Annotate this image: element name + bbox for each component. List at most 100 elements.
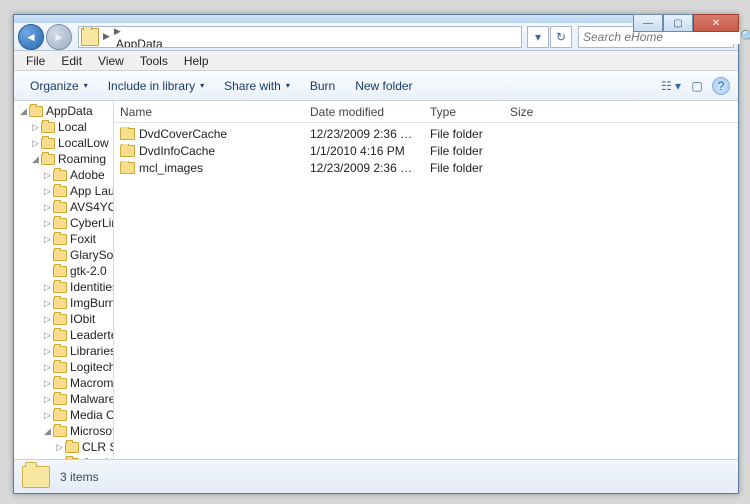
- expand-icon[interactable]: ▷: [42, 378, 53, 389]
- tree-node[interactable]: ▷Libraries: [14, 343, 113, 359]
- item-count-label: 3 items: [60, 470, 99, 484]
- tree-node[interactable]: ▷ AVS4YOU: [14, 199, 113, 215]
- tree-label: LocalLow: [58, 136, 109, 150]
- expand-icon[interactable]: ▷: [42, 298, 53, 309]
- tree-node[interactable]: GlarySoft: [14, 247, 113, 263]
- chevron-right-icon[interactable]: ▶: [112, 26, 123, 36]
- file-list[interactable]: DvdCoverCache12/23/2009 2:36 PMFile fold…: [114, 123, 738, 459]
- forward-button[interactable]: ►: [46, 24, 72, 50]
- expand-icon[interactable]: ▷: [42, 330, 53, 341]
- tree-node[interactable]: ▷Leadertech: [14, 327, 113, 343]
- tree-node[interactable]: ◢AppData: [14, 103, 113, 119]
- folder-icon: [41, 138, 55, 149]
- column-name[interactable]: Name: [114, 101, 304, 122]
- title-bar[interactable]: [14, 15, 738, 23]
- tree-node[interactable]: ▷ImgBurn: [14, 295, 113, 311]
- tree-node[interactable]: ▷IObit: [14, 311, 113, 327]
- tree-label: Foxit: [70, 232, 96, 246]
- tree-node[interactable]: ▷Media Center: [14, 407, 113, 423]
- expand-icon[interactable]: ▷: [30, 122, 41, 133]
- tree-node[interactable]: ▷App Launcher: [14, 183, 113, 199]
- tree-node[interactable]: ▷Malwarebytes: [14, 391, 113, 407]
- refresh-button[interactable]: ↻: [550, 26, 572, 48]
- help-button[interactable]: ?: [712, 77, 730, 95]
- tree-label: Logitech: [70, 360, 114, 374]
- expand-icon[interactable]: ▷: [42, 234, 53, 245]
- expand-icon[interactable]: ▷: [42, 314, 53, 325]
- expand-icon[interactable]: ▷: [42, 282, 53, 293]
- menu-file[interactable]: File: [18, 52, 53, 70]
- tree-node[interactable]: ▷ CLR Security: [14, 439, 113, 455]
- file-row[interactable]: DvdCoverCache12/23/2009 2:36 PMFile fold…: [114, 125, 738, 142]
- expand-icon[interactable]: ◢: [42, 426, 53, 437]
- expand-icon[interactable]: ◢: [18, 106, 29, 117]
- folder-icon: [53, 394, 67, 405]
- maximize-button[interactable]: ▢: [663, 14, 693, 32]
- file-row[interactable]: mcl_images12/23/2009 2:36 PMFile folder: [114, 159, 738, 176]
- tree-node[interactable]: gtk-2.0: [14, 263, 113, 279]
- preview-pane-button[interactable]: ▢: [686, 75, 708, 97]
- expand-icon[interactable]: ▷: [42, 186, 53, 197]
- breadcrumb-segment[interactable]: AppData: [112, 37, 199, 48]
- share-with-button[interactable]: Share with: [216, 75, 298, 97]
- column-type[interactable]: Type: [424, 101, 504, 122]
- tree-node[interactable]: ▷Local: [14, 119, 113, 135]
- new-folder-button[interactable]: New folder: [347, 75, 420, 97]
- close-button[interactable]: ✕: [693, 14, 739, 32]
- tree-label: Macromedia: [70, 376, 114, 390]
- expand-icon[interactable]: ▷: [30, 138, 41, 149]
- expand-icon[interactable]: ▷: [42, 362, 53, 373]
- expand-icon[interactable]: ◢: [30, 154, 41, 165]
- tree-node[interactable]: ◢Roaming: [14, 151, 113, 167]
- column-date[interactable]: Date modified: [304, 101, 424, 122]
- tree-label: Identities: [70, 280, 114, 294]
- menu-edit[interactable]: Edit: [53, 52, 90, 70]
- folder-icon: [53, 218, 67, 229]
- tree-node[interactable]: ▷CyberLink: [14, 215, 113, 231]
- folder-icon: [53, 186, 67, 197]
- navigation-tree[interactable]: ◢AppData▷Local▷LocalLow◢Roaming▷Adobe▷Ap…: [14, 101, 114, 459]
- minimize-button[interactable]: —: [633, 14, 663, 32]
- tree-node[interactable]: ▷ Adobe: [14, 167, 113, 183]
- view-options-button[interactable]: ☷ ▾: [660, 75, 682, 97]
- tree-node[interactable]: ▷ Macromedia: [14, 375, 113, 391]
- tree-label: CLR Security: [82, 440, 114, 454]
- expand-icon[interactable]: ▷: [42, 346, 53, 357]
- back-button[interactable]: ◄: [18, 24, 44, 50]
- expand-icon[interactable]: ▷: [42, 170, 53, 181]
- expand-icon[interactable]: ▷: [42, 202, 53, 213]
- tree-node[interactable]: ▷ Identities: [14, 279, 113, 295]
- folder-icon: [81, 28, 99, 46]
- folder-icon: [53, 234, 67, 245]
- expand-icon[interactable]: ▷: [42, 218, 53, 229]
- file-row[interactable]: DvdInfoCache1/1/2010 4:16 PMFile folder: [114, 142, 738, 159]
- address-bar[interactable]: ▶ Computer▶Local Disk (C:)▶Users▶DEREK▶A…: [78, 26, 522, 48]
- tree-label: Adobe: [70, 168, 105, 182]
- navigation-bar: ◄ ► ▶ Computer▶Local Disk (C:)▶Users▶DER…: [14, 23, 738, 51]
- folder-icon: [53, 170, 67, 181]
- include-in-library-button[interactable]: Include in library: [100, 75, 212, 97]
- expand-icon[interactable]: ▷: [54, 442, 65, 453]
- file-name: mcl_images: [139, 161, 203, 175]
- expand-icon[interactable]: ▷: [42, 394, 53, 405]
- tree-node[interactable]: ▷ LocalLow: [14, 135, 113, 151]
- window-controls: — ▢ ✕: [633, 14, 739, 32]
- menu-tools[interactable]: Tools: [132, 52, 176, 70]
- burn-button[interactable]: Burn: [302, 75, 343, 97]
- menu-view[interactable]: View: [90, 52, 132, 70]
- history-dropdown[interactable]: ▾: [527, 26, 549, 48]
- tree-label: AVS4YOU: [70, 200, 114, 214]
- tree-node[interactable]: ◢Microsoft: [14, 423, 113, 439]
- file-type: File folder: [424, 161, 504, 175]
- file-date: 12/23/2009 2:36 PM: [304, 127, 424, 141]
- tree-node[interactable]: ▷ Foxit: [14, 231, 113, 247]
- column-size[interactable]: Size: [504, 101, 574, 122]
- organize-button[interactable]: Organize: [22, 75, 96, 97]
- expand-icon[interactable]: ▷: [42, 410, 53, 421]
- tree-node[interactable]: ▷ Logitech: [14, 359, 113, 375]
- menu-help[interactable]: Help: [176, 52, 217, 70]
- folder-icon: [53, 282, 67, 293]
- chevron-right-icon[interactable]: ▶: [101, 31, 112, 42]
- search-icon[interactable]: 🔍: [740, 29, 750, 45]
- folder-icon: [53, 250, 67, 261]
